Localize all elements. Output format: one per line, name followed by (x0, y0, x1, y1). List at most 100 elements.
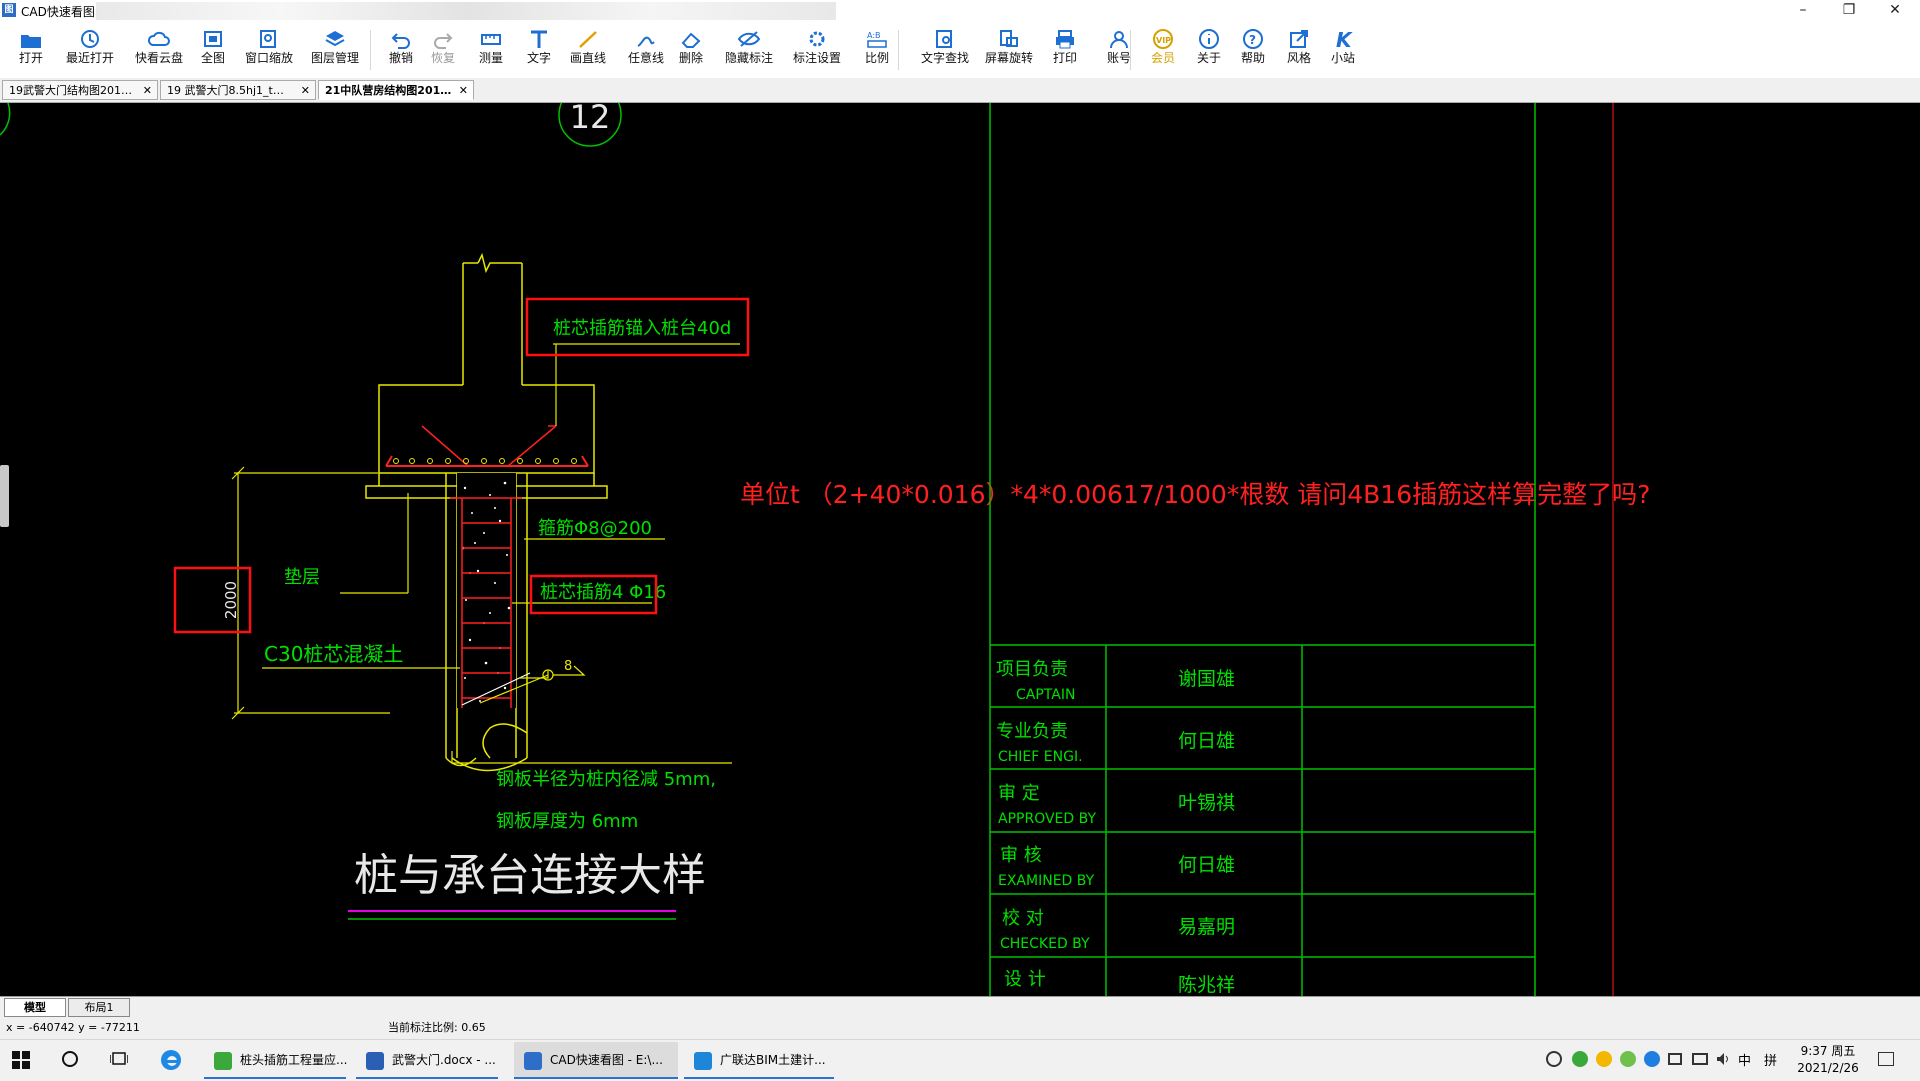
taskbar-app-label: 广联达BIM土建计... (720, 1053, 826, 1067)
toolbar-button-hide-annotation[interactable]: 隐藏标注 (714, 26, 784, 72)
toolbar-button-layers[interactable]: 图层管理 (300, 26, 370, 72)
toolbar-button-line[interactable]: 画直线 (558, 26, 618, 72)
document-tabs: 19武警大门结构图201… ✕ 19 武警大门8.5hj1_t… ✕ 21中队营… (0, 78, 1920, 103)
clock-date: 2021/2/26 (1797, 1061, 1859, 1075)
tab-document-3[interactable]: 21中队营房结构图201… ✕ (318, 80, 474, 100)
question-text: 单位t （2+40*0.016）*4*0.00617/1000*根数 请问4B1… (740, 480, 1650, 509)
zoom-window-icon (234, 28, 304, 50)
taskbar-app-2[interactable]: 武警大门.docx - ... (356, 1042, 498, 1079)
toolbar-separator (370, 30, 371, 70)
toolbar-button-account[interactable]: 账号 (1096, 26, 1142, 72)
taskbar-app-3[interactable]: CAD快速看图 - E:\... (514, 1042, 678, 1079)
toolbar-button-annotation-settings[interactable]: 标注设置 (780, 26, 854, 72)
notification-icon[interactable] (1878, 1052, 1894, 1066)
cursor-coordinates: x = -640742 y = -77211 (6, 1021, 140, 1034)
toolbar-button-undo[interactable]: 撤销 (378, 26, 424, 72)
tab-close-icon[interactable]: ✕ (143, 81, 152, 99)
clock[interactable]: 9:37 周五 2021/2/26 (1790, 1043, 1866, 1077)
chat-tray-icon[interactable] (1620, 1051, 1636, 1067)
status-bar: x = -640742 y = -77211 当前标注比例: 0.65 (0, 1017, 1920, 1039)
tb-role-cn-2: 专业负责 (996, 721, 1068, 742)
toolbar-button-label: 恢复 (430, 51, 455, 65)
tb-name-5: 易嘉明 (1178, 916, 1235, 938)
toolbar-button-label: 比例 (864, 51, 889, 65)
wechat-tray-icon[interactable] (1596, 1051, 1612, 1067)
svg-text:A:B: A:B (867, 31, 881, 40)
tb-name-2: 何日雄 (1178, 730, 1235, 752)
tab-document-1[interactable]: 19武警大门结构图201… ✕ (2, 80, 158, 100)
tab-document-2[interactable]: 19 武警大门8.5hj1_t… ✕ (160, 80, 316, 100)
toolbar-separator (1130, 30, 1131, 70)
toolbar-button-redo[interactable]: 恢复 (420, 26, 466, 72)
toolbar-button-label: 打印 (1052, 51, 1077, 65)
restore-button[interactable]: ❐ (1826, 0, 1872, 22)
taskbar-app-label: CAD快速看图 - E:\... (550, 1053, 663, 1067)
tab-close-icon[interactable]: ✕ (301, 81, 310, 99)
cloud-icon (122, 28, 196, 50)
plate-note-2: 钢板厚度为 6mm (496, 811, 638, 832)
stirrup-note: 箍筋Φ8@200 (538, 518, 652, 539)
style-icon (1276, 28, 1322, 50)
toolbar-button-label: 测量 (478, 51, 503, 65)
ime-mode-indicator[interactable]: 拼 (1764, 1050, 1777, 1069)
toolbar-button-label: 撤销 (388, 51, 413, 65)
toolbar-button-zoom-window[interactable]: 窗口缩放 (234, 26, 304, 72)
anchor-note: 桩芯插筋锚入桩台40d (553, 318, 731, 339)
tab-close-icon[interactable]: ✕ (459, 81, 468, 99)
toolbar-button-label: 窗口缩放 (244, 51, 293, 65)
word-icon (366, 1051, 384, 1070)
minimize-button[interactable]: – (1780, 0, 1826, 22)
search-icon[interactable] (62, 1051, 78, 1067)
toolbar-button-style[interactable]: 风格 (1276, 26, 1322, 72)
toolbar-button-info[interactable]: 关于 (1186, 26, 1232, 72)
toolbar-button-label: 任意线 (627, 51, 664, 65)
toolbar-button-k-site[interactable]: K 小站 (1320, 26, 1366, 72)
toolbar-button-freehand[interactable]: 任意线 (616, 26, 676, 72)
network-icon[interactable] (1692, 1053, 1708, 1065)
text-search-icon (908, 28, 982, 50)
tb-role-en-4: EXAMINED BY (998, 873, 1095, 889)
toolbar-button-measure[interactable]: 测量 (468, 26, 514, 72)
app-tray-icon[interactable] (1572, 1051, 1588, 1067)
drawing-canvas[interactable]: 12 8 桩芯插筋锚入桩台40d 箍筋Φ8@200 桩芯插筋4 Φ16 垫层 C… (0, 103, 1920, 996)
ime-indicator[interactable]: 中 (1738, 1050, 1751, 1069)
toolbar-button-rotate-screen[interactable]: 屏幕旋转 (972, 26, 1046, 72)
toolbar: 打开 最近打开 快看云盘 全图 窗口缩放 图层管理 撤销 恢复 测量 文字 画直线 任意线 删除 隐藏标注… (0, 22, 1920, 74)
layout-tab-model[interactable]: 模型 (4, 998, 66, 1017)
eraser-icon (668, 28, 714, 50)
keyboard-tray-icon[interactable] (1668, 1053, 1682, 1065)
toolbar-button-label: 小站 (1330, 51, 1355, 65)
toolbar-button-label: 屏幕旋转 (984, 51, 1033, 65)
concrete-label: C30桩芯混凝土 (264, 642, 403, 666)
layout-tab-1[interactable]: 布局1 (68, 998, 130, 1017)
windows-start-icon[interactable] (12, 1051, 30, 1069)
volume-icon[interactable] (1716, 1052, 1730, 1066)
toolbar-button-history[interactable]: 最近打开 (54, 26, 126, 72)
taskbar-app-1[interactable]: 桩头插筋工程量应... (204, 1042, 347, 1079)
taskbar-app-4[interactable]: 广联达BIM土建计... (684, 1042, 834, 1079)
app-green-icon (214, 1051, 232, 1070)
side-scroll-handle[interactable] (0, 465, 9, 527)
edge-browser-icon[interactable] (160, 1049, 182, 1071)
toolbar-button-label: 标注设置 (792, 51, 841, 65)
toolbar-button-cloud[interactable]: 快看云盘 (122, 26, 196, 72)
toolbar-button-eraser[interactable]: 删除 (668, 26, 714, 72)
task-view-icon[interactable] (109, 1052, 129, 1067)
update-tray-icon[interactable] (1644, 1051, 1660, 1067)
toolbar-button-scale[interactable]: A:B 比例 (854, 26, 900, 72)
toolbar-button-help[interactable]: ? 帮助 (1230, 26, 1276, 72)
k-site-icon: K (1320, 28, 1366, 50)
toolbar-button-text-search[interactable]: 文字查找 (908, 26, 982, 72)
toolbar-separator (898, 30, 899, 70)
close-button[interactable]: ✕ (1872, 0, 1918, 22)
redo-icon (420, 28, 466, 50)
shield-tray-icon[interactable] (1546, 1051, 1562, 1067)
toolbar-button-folder-open[interactable]: 打开 (8, 26, 54, 72)
app-logo-icon: 图 (2, 3, 16, 17)
toolbar-button-text[interactable]: 文字 (516, 26, 562, 72)
history-icon (54, 28, 126, 50)
toolbar-button-vip[interactable]: VIP 会员 (1140, 26, 1186, 72)
toolbar-button-printer[interactable]: 打印 (1042, 26, 1088, 72)
scale-icon: A:B (854, 28, 900, 50)
toolbar-button-fit-all[interactable]: 全图 (190, 26, 236, 72)
